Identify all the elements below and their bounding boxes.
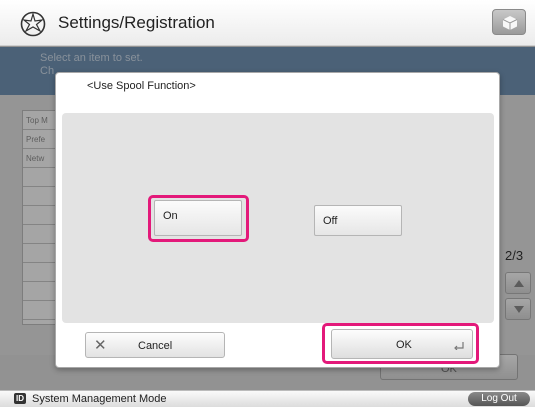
off-label: Off (323, 215, 338, 227)
cube-button[interactable] (492, 9, 526, 35)
id-icon: ID (14, 393, 26, 404)
cube-icon (502, 16, 518, 30)
settings-star-icon (20, 11, 46, 37)
logout-button[interactable]: Log Out (468, 392, 530, 406)
close-icon: ✕ (94, 337, 107, 354)
off-button[interactable]: Off (314, 205, 402, 236)
cancel-button[interactable]: ✕ Cancel (85, 332, 225, 358)
on-highlight (148, 195, 249, 242)
ok-highlight (322, 323, 479, 364)
options-panel (62, 113, 494, 323)
mode-label: System Management Mode (32, 393, 167, 405)
cancel-label: Cancel (138, 340, 173, 352)
page-title: Settings/Registration (58, 13, 215, 32)
dialog-title: <Use Spool Function> (87, 80, 196, 92)
